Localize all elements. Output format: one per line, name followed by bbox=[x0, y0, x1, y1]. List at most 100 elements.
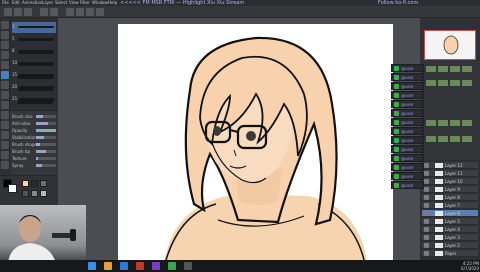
material-item[interactable] bbox=[438, 136, 448, 142]
material-item[interactable] bbox=[462, 120, 472, 126]
layer-row[interactable]: Layer 11 bbox=[422, 170, 478, 177]
color-history-swatch[interactable] bbox=[22, 180, 29, 187]
eye-icon[interactable] bbox=[424, 163, 429, 168]
windows-start-icon[interactable] bbox=[88, 262, 96, 270]
open-file-button[interactable] bbox=[14, 8, 22, 16]
app-icon[interactable] bbox=[136, 262, 144, 270]
color-history-swatch[interactable] bbox=[40, 190, 47, 197]
material-item[interactable] bbox=[426, 120, 436, 126]
brush-preset[interactable]: 5 bbox=[12, 34, 56, 45]
material-item[interactable] bbox=[462, 80, 472, 86]
select-tool-icon[interactable] bbox=[1, 41, 9, 49]
drawing-canvas[interactable] bbox=[118, 24, 393, 272]
lasso-tool-icon[interactable] bbox=[1, 51, 9, 59]
property-row[interactable]: Stabilization bbox=[12, 135, 56, 140]
property-row[interactable]: Brush size bbox=[12, 114, 56, 119]
new-file-button[interactable] bbox=[4, 8, 12, 16]
brush-preset[interactable]: 10 bbox=[12, 58, 56, 69]
brush-preset[interactable]: 25 bbox=[12, 94, 56, 105]
eye-icon[interactable] bbox=[424, 195, 429, 200]
eye-icon[interactable] bbox=[424, 187, 429, 192]
airbrush-tool-icon[interactable] bbox=[1, 101, 9, 109]
brush-preset[interactable]: 20 bbox=[12, 82, 56, 93]
color-history-swatch[interactable] bbox=[31, 180, 38, 187]
stream-tag: @user bbox=[391, 154, 424, 162]
app-icon[interactable] bbox=[184, 262, 192, 270]
stream-tag: @user bbox=[391, 73, 424, 81]
color-history-swatch[interactable] bbox=[31, 190, 38, 197]
layer-row[interactable]: Layer 10 bbox=[422, 178, 478, 185]
eraser-tool-icon[interactable] bbox=[1, 111, 9, 119]
material-item[interactable] bbox=[450, 120, 460, 126]
layer-row[interactable]: Layer 7 bbox=[422, 202, 478, 209]
eye-icon[interactable] bbox=[424, 251, 429, 256]
color-history-swatch[interactable] bbox=[40, 180, 47, 187]
eye-icon[interactable] bbox=[424, 179, 429, 184]
eye-icon[interactable] bbox=[424, 235, 429, 240]
layer-row-selected[interactable]: Layer 6 bbox=[422, 210, 478, 217]
fill-button[interactable] bbox=[96, 8, 104, 16]
browser-icon[interactable] bbox=[120, 262, 128, 270]
eye-icon[interactable] bbox=[424, 243, 429, 248]
eye-icon[interactable] bbox=[424, 227, 429, 232]
app-icon[interactable] bbox=[168, 262, 176, 270]
material-item[interactable] bbox=[426, 80, 436, 86]
brush-preset[interactable]: 8 bbox=[12, 46, 56, 57]
layer-row[interactable]: Layer 9 bbox=[422, 186, 478, 193]
property-row[interactable]: Brush tip bbox=[12, 149, 56, 154]
eye-icon[interactable] bbox=[424, 219, 429, 224]
property-row[interactable]: Texture bbox=[12, 156, 56, 161]
material-item[interactable] bbox=[450, 136, 460, 142]
zoom-tool-icon[interactable] bbox=[1, 21, 9, 29]
layer-row[interactable]: Layer 3 bbox=[422, 234, 478, 241]
material-item[interactable] bbox=[426, 66, 436, 72]
figure-tool-icon[interactable] bbox=[1, 151, 9, 159]
layer-row[interactable]: Layer 2 bbox=[422, 242, 478, 249]
navigator-thumbnail[interactable] bbox=[424, 30, 476, 60]
pen-tool-icon[interactable] bbox=[1, 71, 9, 79]
app-icon[interactable] bbox=[152, 262, 160, 270]
property-row[interactable]: Opacity bbox=[12, 128, 56, 133]
eye-icon[interactable] bbox=[424, 211, 429, 216]
property-row[interactable]: Spray bbox=[12, 163, 56, 168]
deselect-button[interactable] bbox=[86, 8, 94, 16]
blend-tool-icon[interactable] bbox=[1, 121, 9, 129]
material-item[interactable] bbox=[462, 66, 472, 72]
material-item[interactable] bbox=[438, 66, 448, 72]
eyedropper-tool-icon[interactable] bbox=[1, 61, 9, 69]
clock[interactable]: 4:22 PM 6/7/2020 bbox=[455, 261, 479, 271]
layer-thumbnail bbox=[435, 219, 443, 224]
fill-tool-icon[interactable] bbox=[1, 131, 9, 139]
transform-button[interactable] bbox=[76, 8, 84, 16]
brush-tool-icon[interactable] bbox=[1, 91, 9, 99]
layer-row[interactable]: Layer 5 bbox=[422, 218, 478, 225]
file-explorer-icon[interactable] bbox=[104, 262, 112, 270]
material-item[interactable] bbox=[426, 136, 436, 142]
material-item[interactable] bbox=[438, 80, 448, 86]
gradient-tool-icon[interactable] bbox=[1, 141, 9, 149]
property-row[interactable]: Brush shape bbox=[12, 142, 56, 147]
move-tool-icon[interactable] bbox=[1, 31, 9, 39]
layer-row[interactable]: Layer 8 bbox=[422, 194, 478, 201]
check-icon bbox=[394, 138, 399, 143]
material-item[interactable] bbox=[450, 80, 460, 86]
brush-preset[interactable]: 15 bbox=[12, 70, 56, 81]
eye-icon[interactable] bbox=[424, 171, 429, 176]
layer-row[interactable]: Layer 12 bbox=[422, 162, 478, 169]
layer-row[interactable]: Layer 4 bbox=[422, 226, 478, 233]
layer-row[interactable]: Paper bbox=[422, 250, 478, 257]
sub-color-swatch[interactable] bbox=[8, 184, 17, 193]
color-history-swatch[interactable] bbox=[22, 190, 29, 197]
property-row[interactable]: Anti-alias bbox=[12, 121, 56, 126]
text-tool-icon[interactable] bbox=[1, 161, 9, 169]
redo-button[interactable] bbox=[50, 8, 58, 16]
material-item[interactable] bbox=[438, 120, 448, 126]
brush-preset[interactable]: 3 bbox=[12, 22, 56, 33]
material-item[interactable] bbox=[450, 66, 460, 72]
undo-button[interactable] bbox=[40, 8, 48, 16]
eye-icon[interactable] bbox=[424, 203, 429, 208]
clear-button[interactable] bbox=[66, 8, 74, 16]
save-button[interactable] bbox=[24, 8, 32, 16]
pencil-tool-icon[interactable] bbox=[1, 81, 9, 89]
material-item[interactable] bbox=[462, 136, 472, 142]
